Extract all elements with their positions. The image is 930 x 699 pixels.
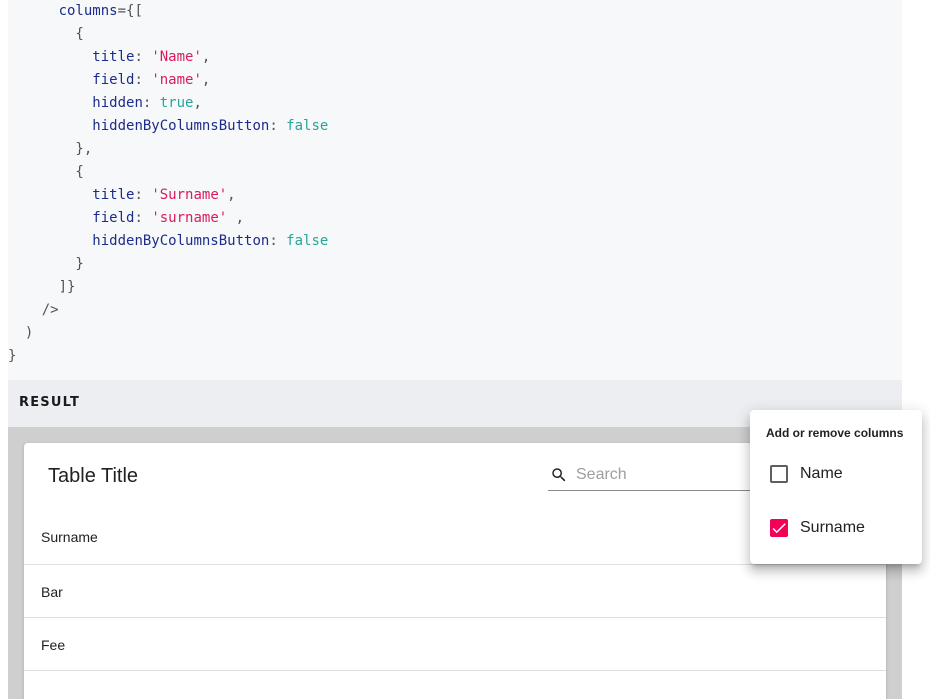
code-token: columns [58, 3, 118, 19]
code-token: { [8, 26, 84, 42]
code-token: , [193, 95, 202, 111]
code-token: : [269, 233, 287, 249]
code-token: , [201, 72, 211, 88]
code-token: ]} [8, 279, 76, 295]
column-toggle-surname[interactable]: Surname [750, 508, 922, 548]
code-token: true [159, 95, 194, 111]
code-token: } [8, 348, 17, 364]
code-block: columns={[ { title: 'Name', field: 'name… [8, 0, 902, 380]
search-input[interactable] [576, 463, 756, 487]
code-token: : [142, 95, 160, 111]
code-token: field [92, 72, 135, 88]
table-title: Table Title [48, 465, 139, 487]
code-token: 'Surname' [151, 187, 228, 203]
code-token: , [201, 49, 211, 65]
code-token: : [134, 72, 152, 88]
code-line: title: 'Surname', [8, 184, 236, 207]
code-line: hidden: true, [8, 92, 202, 115]
search-icon [552, 468, 566, 482]
code-line: ) [8, 322, 33, 345]
result-label: RESULT [19, 395, 81, 410]
code-token: : [269, 118, 287, 134]
code-line: /> [8, 299, 59, 322]
column-toggle-name[interactable]: Name [750, 454, 922, 494]
search-field[interactable] [548, 459, 768, 491]
checkbox-checked[interactable] [770, 519, 788, 537]
code-line: hiddenByColumnsButton: false [8, 115, 328, 138]
table-cell: Fee [41, 637, 66, 653]
code-token: { [8, 164, 84, 180]
code-token: false [286, 118, 329, 134]
code-line: } [8, 253, 84, 276]
code-line: hiddenByColumnsButton: false [8, 230, 328, 253]
code-token: 'Name' [151, 49, 202, 65]
table-row[interactable]: Fee [24, 618, 886, 671]
code-line: field: 'name', [8, 69, 210, 92]
code-token: } [8, 256, 84, 272]
code-line: { [8, 23, 84, 46]
code-line: field: 'surname' , [8, 207, 244, 230]
code-token: }, [8, 141, 93, 157]
code-token: /> [8, 302, 59, 318]
code-line: title: 'Name', [8, 46, 210, 69]
code-token: title [92, 49, 135, 65]
code-token: hiddenByColumnsButton [92, 233, 270, 249]
columns-menu: Add or remove columns Name Surname [750, 410, 922, 564]
menu-item-label: Surname [800, 519, 865, 536]
code-token: ={[ [117, 3, 143, 19]
code-token: hiddenByColumnsButton [92, 118, 270, 134]
code-line: columns={[ [8, 0, 143, 23]
code-token: 'surname' [151, 210, 228, 226]
code-token: title [92, 187, 135, 203]
code-token: , [227, 187, 236, 203]
code-token: : [134, 187, 152, 203]
code-line: { [8, 161, 84, 184]
code-token: , [227, 210, 245, 226]
table-cell: Bar [41, 584, 63, 600]
code-line: }, [8, 138, 92, 161]
code-line: } [8, 345, 16, 368]
code-token: hidden [92, 95, 143, 111]
code-token: 'name' [151, 72, 202, 88]
columns-menu-header: Add or remove columns [766, 426, 904, 440]
code-token: ) [8, 325, 34, 341]
column-header-surname[interactable]: Surname [41, 529, 98, 545]
table-row[interactable]: Bar [24, 565, 886, 618]
code-token: : [134, 210, 152, 226]
checkbox-unchecked[interactable] [770, 465, 788, 483]
code-token: field [92, 210, 135, 226]
code-token: false [286, 233, 329, 249]
code-token: : [134, 49, 152, 65]
check-icon [772, 523, 786, 534]
code-line: ]} [8, 276, 76, 299]
menu-item-label: Name [800, 465, 843, 482]
